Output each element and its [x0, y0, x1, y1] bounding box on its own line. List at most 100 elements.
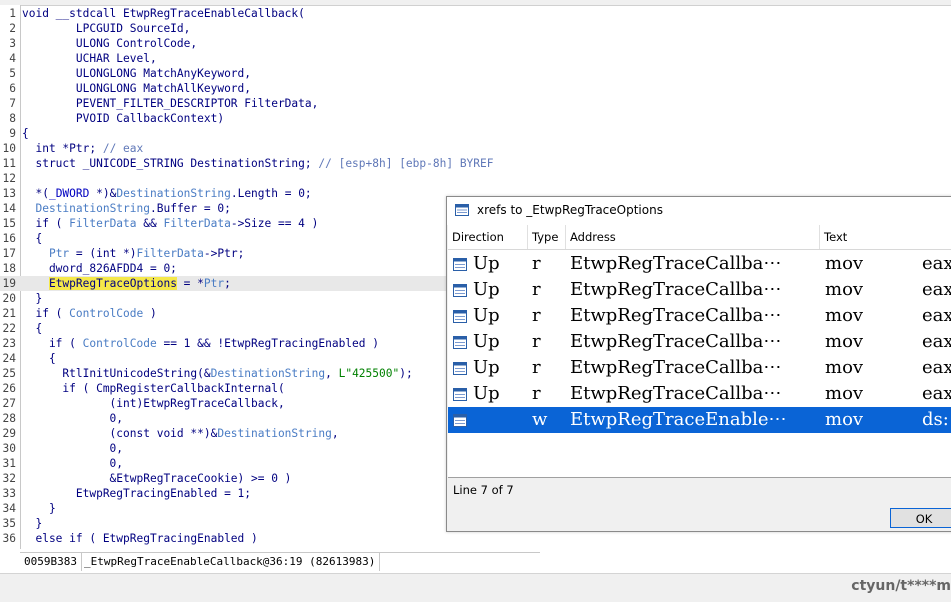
code-line[interactable]: 9{: [0, 126, 951, 141]
line-number: 19: [2, 277, 16, 290]
xref-type: w: [532, 409, 548, 430]
line-number: 35: [2, 517, 16, 530]
code-text: DestinationString.Buffer = 0;: [35, 202, 231, 215]
line-number: 1: [9, 7, 16, 20]
xref-row[interactable]: Up r EtwpRegTraceCallba⋯ mov eax: [448, 355, 951, 381]
code-line[interactable]: 8 PVOID CallbackContext): [0, 111, 951, 126]
line-number: 31: [2, 457, 16, 470]
status-address: 0059B383: [20, 553, 82, 571]
line-number: 24: [2, 352, 16, 365]
column-text[interactable]: Text: [820, 225, 951, 249]
xref-icon: [453, 411, 467, 427]
xref-row[interactable]: Up r EtwpRegTraceCallba⋯ mov eax: [448, 381, 951, 407]
xref-type: r: [532, 279, 541, 300]
xref-row[interactable]: Up r EtwpRegTraceCallba⋯ mov eax: [448, 329, 951, 355]
xref-row[interactable]: Up r EtwpRegTraceCallba⋯ mov eax: [448, 277, 951, 303]
xref-icon: [453, 333, 467, 349]
xref-row[interactable]: Up r EtwpRegTraceCallba⋯ mov eax: [448, 251, 951, 277]
xref-operand: eax: [922, 253, 951, 274]
code-text: UCHAR Level,: [22, 52, 157, 65]
xref-address: EtwpRegTraceCallba⋯: [570, 305, 782, 326]
xref-row[interactable]: Up r EtwpRegTraceCallba⋯ mov eax: [448, 303, 951, 329]
code-line[interactable]: 10 int *Ptr; // eax: [0, 141, 951, 156]
code-text: 0,: [22, 412, 124, 425]
code-text: struct _UNICODE_STRING DestinationString…: [22, 157, 494, 170]
line-number: 33: [2, 487, 16, 500]
xref-type: r: [532, 331, 541, 352]
line-number: 36: [2, 532, 16, 545]
xref-direction: Up: [473, 253, 500, 274]
code-text: if ( FilterData && FilterData->Size == 4…: [22, 217, 319, 230]
xref-text: mov: [825, 357, 864, 378]
line-number: 34: [2, 502, 16, 515]
line-number: 7: [9, 97, 16, 110]
line-number: 5: [9, 67, 16, 80]
pseudocode-status-bar: 0059B383 _EtwpRegTraceEnableCallback@36:…: [20, 552, 540, 571]
line-number: 9: [9, 127, 16, 140]
xref-operand: ds:: [922, 409, 949, 430]
line-number: 16: [2, 232, 16, 245]
code-line[interactable]: 5 ULONGLONG MatchAnyKeyword,: [0, 66, 951, 81]
column-type[interactable]: Type: [528, 225, 566, 249]
code-text: if ( CmpRegisterCallbackInternal(: [22, 382, 285, 395]
line-number: 4: [9, 52, 16, 65]
xrefs-window-icon: [455, 204, 469, 216]
code-text: {: [22, 127, 29, 140]
code-text: ULONGLONG MatchAllKeyword,: [22, 82, 252, 95]
code-line[interactable]: 6 ULONGLONG MatchAllKeyword,: [0, 81, 951, 96]
column-direction[interactable]: Direction: [448, 225, 528, 249]
xref-direction: Up: [473, 279, 500, 300]
xref-type: r: [532, 383, 541, 404]
line-number: 28: [2, 412, 16, 425]
xref-operand: eax: [922, 279, 951, 300]
xref-icon: [453, 281, 467, 297]
xref-direction: Up: [473, 305, 500, 326]
code-text: ULONGLONG MatchAnyKeyword,: [22, 67, 252, 80]
xref-text: mov: [825, 409, 864, 430]
dialog-title: xrefs to _EtwpRegTraceOptions: [477, 203, 663, 217]
line-number: 18: [2, 262, 16, 275]
line-number: 22: [2, 322, 16, 335]
xref-address: EtwpRegTraceCallba⋯: [570, 383, 782, 404]
code-text: {: [22, 322, 43, 335]
xref-address: EtwpRegTraceCallba⋯: [570, 357, 782, 378]
xref-text: mov: [825, 305, 864, 326]
code-line[interactable]: 2 LPCGUID SourceId,: [0, 21, 951, 36]
code-line[interactable]: 7 PEVENT_FILTER_DESCRIPTOR FilterData,: [0, 96, 951, 111]
line-number: 12: [2, 172, 16, 185]
xref-address: EtwpRegTraceCallba⋯: [570, 331, 782, 352]
xref-row[interactable]: w EtwpRegTraceEnable⋯ mov ds:: [448, 407, 951, 433]
list-header: Direction Type Address Text: [448, 225, 951, 250]
code-text: dword_826AFDD4 = 0;: [22, 262, 177, 275]
code-line[interactable]: 12: [0, 171, 951, 186]
line-number: 3: [9, 37, 16, 50]
xref-type: r: [532, 253, 541, 274]
code-line[interactable]: 1 void __stdcall EtwpRegTraceEnableCallba…: [0, 6, 951, 21]
code-line[interactable]: 36 else if ( EtwpRegTracingEnabled ): [0, 531, 951, 546]
code-text: if ( ControlCode == 1 && !EtwpRegTracing…: [22, 337, 379, 350]
code-line[interactable]: 4 UCHAR Level,: [0, 51, 951, 66]
column-address[interactable]: Address: [566, 225, 820, 249]
dialog-titlebar[interactable]: xrefs to _EtwpRegTraceOptions: [447, 197, 951, 225]
line-number: 14: [2, 202, 16, 215]
ok-button[interactable]: OK: [890, 508, 951, 528]
line-number: 32: [2, 472, 16, 485]
code-text: ULONG ControlCode,: [22, 37, 198, 50]
code-text: PEVENT_FILTER_DESCRIPTOR FilterData,: [22, 97, 319, 110]
xref-direction: Up: [473, 331, 500, 352]
line-number: 2: [9, 22, 16, 35]
code-text: RtlInitUnicodeString(&DestinationString,…: [22, 367, 413, 380]
status-location: _EtwpRegTraceEnableCallback@36:19 (82613…: [80, 553, 381, 571]
code-text: 0,: [22, 457, 124, 470]
xref-direction: Up: [473, 383, 500, 404]
line-number: 25: [2, 367, 16, 380]
line-number: 27: [2, 397, 16, 410]
code-text: LPCGUID SourceId,: [22, 22, 191, 35]
code-line[interactable]: 3 ULONG ControlCode,: [0, 36, 951, 51]
line-number: 30: [2, 442, 16, 455]
taskbar: [0, 573, 951, 602]
code-line[interactable]: 11 struct _UNICODE_STRING DestinationStr…: [0, 156, 951, 171]
code-text: &EtwpRegTraceCookie) >= 0 ): [22, 472, 292, 485]
xrefs-list[interactable]: Direction Type Address Text Up r EtwpRegTr…: [448, 225, 951, 478]
xref-text: mov: [825, 383, 864, 404]
